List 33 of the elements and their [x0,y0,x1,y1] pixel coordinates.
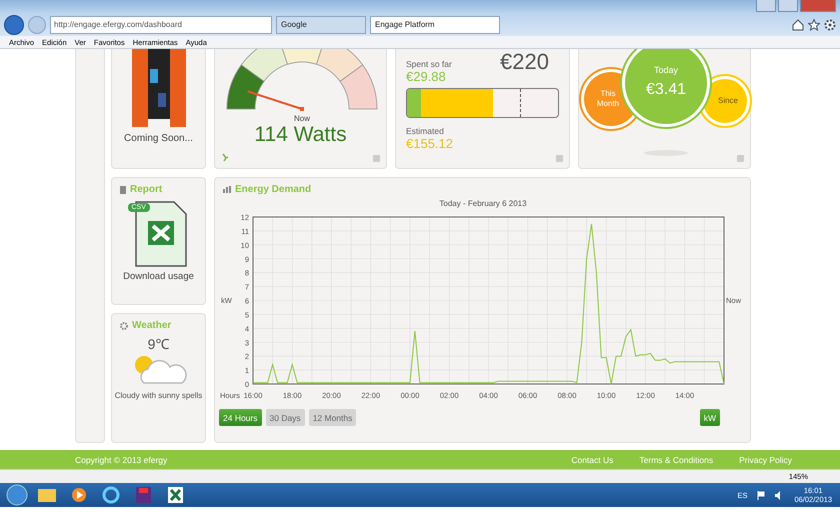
weather-title: Weather [132,320,172,331]
back-button[interactable] [4,14,24,34]
target-value: €220 [500,49,549,75]
range-button[interactable]: 12 Months [308,409,356,426]
flag-icon[interactable] [757,490,766,500]
plug-icon [222,153,229,162]
document-icon [120,186,126,194]
report-title: Report [130,184,162,195]
range-button[interactable]: 24 Hours [219,409,262,426]
gauge-needle [246,90,304,111]
browser-tab[interactable]: Google [276,16,366,34]
star-icon[interactable] [808,18,820,30]
chart-title: Today - February 6 2013 [439,199,527,208]
spent-value: €29.88 [406,69,446,84]
chart-card-title: Energy Demand [235,184,312,195]
power-reading: 114 Watts [254,123,347,147]
temperature: 9℃ [148,335,170,353]
estimated-label: Estimated [406,126,444,136]
range-button[interactable]: 30 Days [266,409,305,426]
address-field[interactable]: http://engage.efergy.com/dashboard [50,16,272,34]
bar-chart-icon [223,186,231,193]
weather-condition: Cloudy with sunny spells [114,390,202,402]
settings-icon[interactable] [824,18,836,30]
gear-icon [120,322,128,330]
start-button[interactable] [6,484,28,506]
browser-tab[interactable]: Engage Platform [370,16,500,34]
gauge-label: Now [294,114,310,123]
coming-soon-label: Coming Soon... [124,133,193,144]
spent-label: Spent so far [406,59,452,69]
download-link[interactable]: Download usage [123,271,194,282]
copyright-text: Copyright © 2013 efergy [75,454,168,464]
estimated-value: €155.12 [406,136,453,151]
home-icon[interactable] [792,18,804,30]
